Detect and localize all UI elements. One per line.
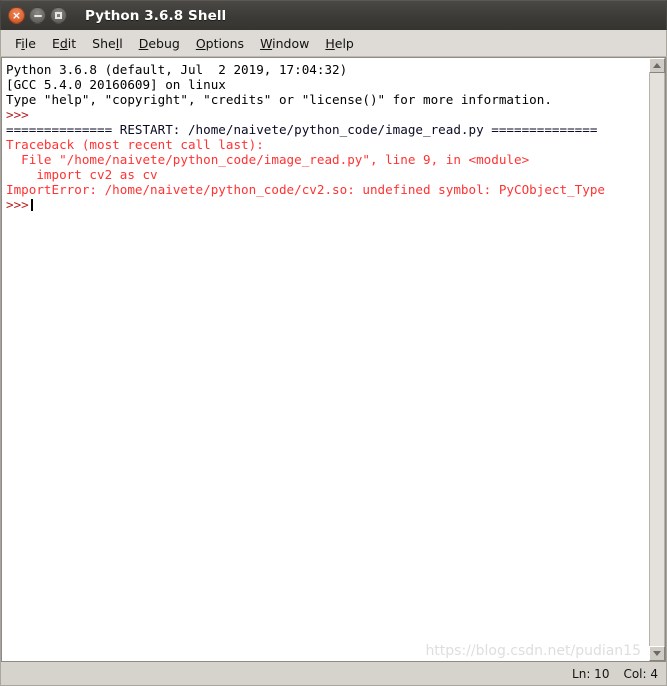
shell-line: import cv2 as cv	[6, 167, 158, 182]
menu-item-window[interactable]: Window	[252, 34, 317, 53]
menu-label-mnemonic: d	[59, 35, 68, 51]
menu-label-post: ebug	[148, 35, 180, 51]
menu-label-mnemonic: O	[195, 35, 206, 51]
menu-label-post: elp	[334, 35, 354, 51]
menu-label-pre: She	[92, 35, 116, 51]
menu-item-file[interactable]: File	[7, 34, 44, 53]
menu-item-options[interactable]: Options	[188, 34, 252, 53]
shell-line: ============== RESTART: /home/naivete/py…	[6, 122, 598, 137]
scroll-up-button[interactable]	[649, 58, 665, 73]
shell-text-area[interactable]: Python 3.6.8 (default, Jul 2 2019, 17:04…	[1, 57, 649, 662]
window-titlebar[interactable]: × Python 3.6.8 Shell	[0, 0, 667, 30]
menu-label-post: ptions	[205, 35, 245, 51]
window-title: Python 3.6.8 Shell	[85, 7, 227, 24]
menu-label-post: le	[24, 35, 36, 51]
maximize-icon	[55, 12, 62, 19]
idle-shell-window: × Python 3.6.8 Shell File Edit Shell Deb…	[0, 0, 667, 686]
maximize-button[interactable]	[50, 7, 67, 24]
shell-line: ImportError: /home/naivete/python_code/c…	[6, 182, 605, 197]
shell-content: Python 3.6.8 (default, Jul 2 2019, 17:04…	[0, 57, 667, 662]
watermark-text: https://blog.csdn.net/pudian15	[425, 643, 641, 659]
status-line-indicator: Ln: 10	[572, 666, 610, 681]
scroll-down-button[interactable]	[649, 646, 665, 661]
menubar: File Edit Shell Debug Options Window Hel…	[0, 30, 667, 57]
menu-label-post: indow	[272, 35, 310, 51]
shell-line: Type "help", "copyright", "credits" or "…	[6, 92, 552, 107]
minimize-button[interactable]	[29, 7, 46, 24]
menu-label-post: l	[119, 35, 123, 51]
shell-line: [GCC 5.4.0 20160609] on linux	[6, 77, 226, 92]
shell-line: >>>	[6, 197, 649, 212]
vertical-scrollbar[interactable]	[649, 57, 666, 662]
text-cursor	[30, 199, 33, 211]
close-icon: ×	[11, 8, 22, 22]
menu-item-help[interactable]: Help	[317, 34, 362, 53]
menu-label-post: it	[67, 35, 77, 51]
shell-line: >>>	[6, 107, 29, 122]
menu-item-edit[interactable]: Edit	[44, 34, 84, 53]
shell-line: File "/home/naivete/python_code/image_re…	[6, 152, 530, 167]
status-column-indicator: Col: 4	[623, 666, 658, 681]
chevron-up-icon	[653, 63, 661, 68]
statusbar: Ln: 10 Col: 4	[0, 662, 667, 686]
chevron-down-icon	[653, 651, 661, 656]
menu-label-mnemonic: D	[138, 35, 149, 51]
window-controls: ×	[8, 7, 67, 24]
scrollbar-trough[interactable]	[649, 73, 665, 646]
shell-line: Python 3.6.8 (default, Jul 2 2019, 17:04…	[6, 62, 348, 77]
shell-line: Traceback (most recent call last):	[6, 137, 264, 152]
menu-label-pre: E	[51, 35, 60, 51]
menu-item-debug[interactable]: Debug	[131, 34, 188, 53]
menu-item-shell[interactable]: Shell	[84, 34, 131, 53]
minimize-icon	[33, 14, 42, 17]
shell-output: Python 3.6.8 (default, Jul 2 2019, 17:04…	[6, 62, 649, 212]
close-button[interactable]: ×	[8, 7, 25, 24]
menu-label-mnemonic: H	[325, 35, 335, 51]
menu-label-mnemonic: W	[260, 35, 273, 51]
